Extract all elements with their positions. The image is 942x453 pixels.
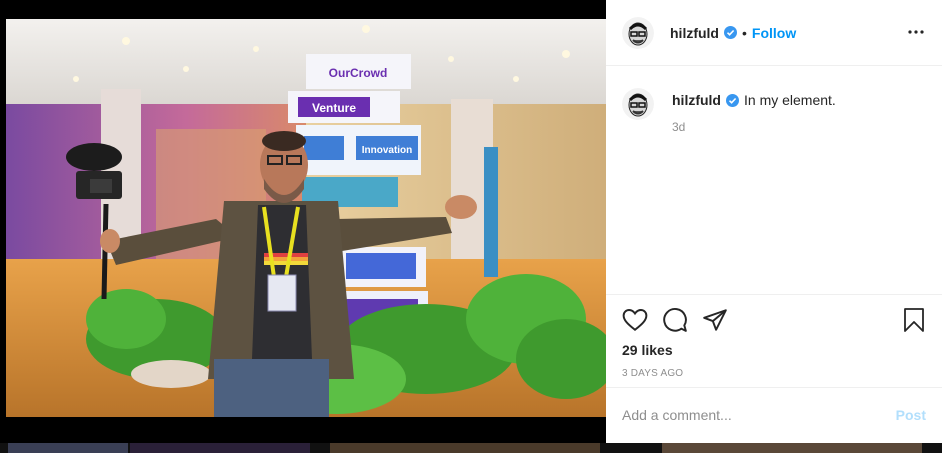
- post-comment-button[interactable]: Post: [896, 407, 926, 423]
- post-photo[interactable]: OurCrowd Venture Innovation 2020: [6, 19, 606, 417]
- avatar[interactable]: [622, 88, 654, 120]
- separator-dot: •: [742, 24, 747, 41]
- avatar[interactable]: [622, 16, 654, 49]
- post-date[interactable]: 3 DAYS AGO: [622, 368, 926, 379]
- post-header: hilzfuld • Follow: [606, 0, 942, 66]
- likes-count[interactable]: 29 likes: [622, 342, 926, 358]
- svg-text:Venture: Venture: [312, 101, 356, 115]
- bookmark-icon[interactable]: [902, 307, 926, 333]
- action-bar: 29 likes 3 DAYS AGO: [606, 295, 942, 388]
- background-feed: [0, 443, 942, 453]
- comment-username[interactable]: hilzfuld: [672, 92, 721, 108]
- comment-input[interactable]: [622, 407, 896, 423]
- verified-badge-icon: [724, 26, 737, 39]
- caption-text: In my element.: [744, 92, 836, 108]
- add-comment-bar: Post: [606, 388, 942, 442]
- comment-bubble-icon[interactable]: [662, 307, 688, 333]
- feed-thumbnail[interactable]: [330, 443, 600, 453]
- post-side-panel: hilzfuld • Follow hilzfuld In my element…: [606, 0, 942, 443]
- svg-text:Innovation: Innovation: [362, 145, 413, 156]
- verified-badge-icon: [726, 93, 739, 107]
- comments-area: hilzfuld In my element. 3d: [606, 66, 942, 295]
- username-link[interactable]: hilzfuld: [670, 25, 719, 41]
- more-options-icon[interactable]: [906, 22, 926, 42]
- heart-icon[interactable]: [622, 307, 648, 333]
- caption-timestamp[interactable]: 3d: [672, 120, 836, 134]
- follow-button[interactable]: Follow: [752, 25, 796, 41]
- photo-illustration: OurCrowd Venture Innovation 2020: [6, 19, 606, 417]
- action-icons: [622, 295, 926, 345]
- caption-comment: hilzfuld In my element. 3d: [622, 88, 926, 134]
- feed-thumbnail[interactable]: [130, 443, 310, 453]
- comment-line: hilzfuld In my element.: [672, 92, 836, 108]
- comment-body: hilzfuld In my element. 3d: [672, 92, 836, 134]
- instagram-post-modal: OurCrowd Venture Innovation 2020: [0, 0, 942, 453]
- feed-thumbnail[interactable]: [8, 443, 128, 453]
- feed-thumbnail[interactable]: [662, 443, 922, 453]
- svg-text:OurCrowd: OurCrowd: [329, 66, 388, 80]
- paper-plane-icon[interactable]: [702, 307, 728, 333]
- photo-panel: OurCrowd Venture Innovation 2020: [0, 0, 606, 443]
